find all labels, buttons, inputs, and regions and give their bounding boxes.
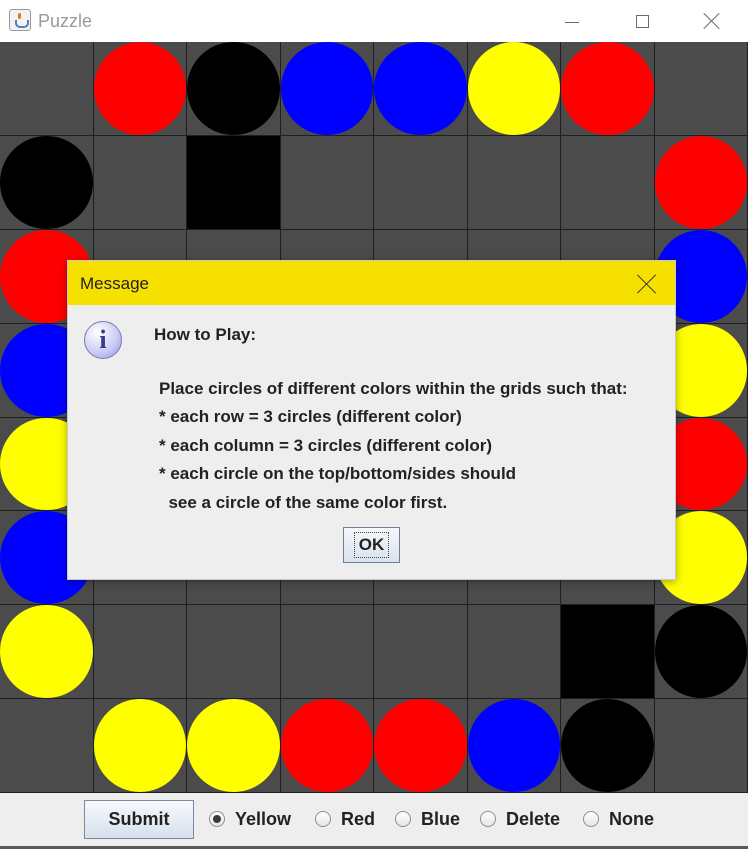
board-cell[interactable] xyxy=(93,605,187,700)
dialog-titlebar: Message xyxy=(68,261,675,305)
board-cell[interactable] xyxy=(561,135,655,230)
board-cell[interactable] xyxy=(561,605,655,700)
control-bar: Submit Yellow Red Blue Delete None xyxy=(0,793,748,849)
board-cell[interactable] xyxy=(0,699,94,793)
blue-circle xyxy=(467,699,560,792)
radio-delete[interactable]: Delete xyxy=(480,804,560,834)
board-cell[interactable] xyxy=(467,135,561,230)
board-cell[interactable] xyxy=(467,699,561,793)
dialog-line: * each column = 3 circles (different col… xyxy=(159,436,493,455)
radio-red[interactable]: Red xyxy=(315,804,375,834)
dialog-line: see a circle of the same color first. xyxy=(159,493,448,512)
dialog-close-icon[interactable] xyxy=(636,273,658,295)
red-circle xyxy=(374,699,467,792)
board-cell[interactable] xyxy=(187,42,281,136)
dialog-line: Place circles of different colors within… xyxy=(159,379,628,398)
radio-label: Yellow xyxy=(235,808,292,829)
board-cell[interactable] xyxy=(467,42,561,136)
black-circle xyxy=(654,605,747,699)
blue-circle xyxy=(280,42,373,135)
board-cell[interactable] xyxy=(187,605,281,700)
black-circle xyxy=(187,42,280,135)
maximize-button[interactable] xyxy=(607,0,677,42)
board-cell[interactable] xyxy=(93,135,187,230)
radio-dot xyxy=(395,811,411,827)
dialog-heading: How to Play: xyxy=(154,325,257,344)
maximize-icon xyxy=(635,14,649,28)
black-circle xyxy=(561,699,654,792)
red-circle xyxy=(280,699,373,792)
board-cell[interactable] xyxy=(561,699,655,793)
radio-dot xyxy=(583,811,599,827)
board-cell[interactable] xyxy=(0,135,94,230)
radio-dot xyxy=(480,811,496,827)
blocked-black-square xyxy=(561,605,654,699)
radio-label: Red xyxy=(341,808,376,829)
red-circle xyxy=(93,42,186,135)
red-circle xyxy=(561,42,654,135)
yellow-circle xyxy=(93,699,186,792)
board-cell[interactable] xyxy=(654,605,748,700)
ok-button-label: OK xyxy=(353,532,390,558)
black-circle xyxy=(0,135,93,229)
board-cell[interactable] xyxy=(654,699,748,793)
board-cell[interactable] xyxy=(280,605,374,700)
minimize-button[interactable] xyxy=(537,0,607,42)
java-cup-icon xyxy=(9,9,31,31)
board-cell[interactable] xyxy=(280,699,374,793)
radio-none[interactable]: None xyxy=(583,804,654,834)
blocked-black-square xyxy=(187,135,280,229)
close-button[interactable] xyxy=(677,0,747,42)
radio-label: None xyxy=(609,808,654,829)
board-cell[interactable] xyxy=(0,42,94,136)
red-circle xyxy=(654,135,747,229)
window-titlebar: Puzzle xyxy=(0,0,748,43)
minimize-icon xyxy=(565,21,579,23)
window-title: Puzzle xyxy=(38,11,93,31)
board-cell[interactable] xyxy=(0,605,94,700)
blue-circle xyxy=(374,42,467,135)
board-cell[interactable] xyxy=(374,605,468,700)
submit-button[interactable]: Submit xyxy=(84,800,194,839)
board-cell[interactable] xyxy=(93,42,187,136)
board-cell[interactable] xyxy=(280,135,374,230)
dialog-title: Message xyxy=(80,274,149,293)
yellow-circle xyxy=(0,605,93,699)
yellow-circle xyxy=(467,42,560,135)
close-icon xyxy=(703,12,721,30)
board-cell[interactable] xyxy=(374,135,468,230)
yellow-circle xyxy=(187,699,280,792)
board-cell[interactable] xyxy=(467,605,561,700)
board-cell[interactable] xyxy=(187,699,281,793)
board-cell[interactable] xyxy=(187,135,281,230)
board-cell[interactable] xyxy=(654,135,748,230)
radio-blue[interactable]: Blue xyxy=(395,804,460,834)
dialog-line: * each circle on the top/bottom/sides sh… xyxy=(159,464,517,483)
radio-dot xyxy=(209,811,225,827)
dialog-line: * each row = 3 circles (different color) xyxy=(159,407,462,426)
radio-dot xyxy=(315,811,331,827)
board-cell[interactable] xyxy=(561,42,655,136)
board-cell[interactable] xyxy=(374,42,468,136)
info-icon: i xyxy=(84,321,122,359)
board-cell[interactable] xyxy=(374,699,468,793)
board-cell[interactable] xyxy=(654,42,748,136)
board-cell[interactable] xyxy=(280,42,374,136)
message-dialog: Message i How to Play: Place circles of … xyxy=(67,260,676,580)
board-cell[interactable] xyxy=(93,699,187,793)
ok-button[interactable]: OK xyxy=(343,527,400,563)
radio-yellow[interactable]: Yellow xyxy=(209,804,291,834)
radio-label: Delete xyxy=(506,808,561,829)
radio-label: Blue xyxy=(421,808,461,829)
